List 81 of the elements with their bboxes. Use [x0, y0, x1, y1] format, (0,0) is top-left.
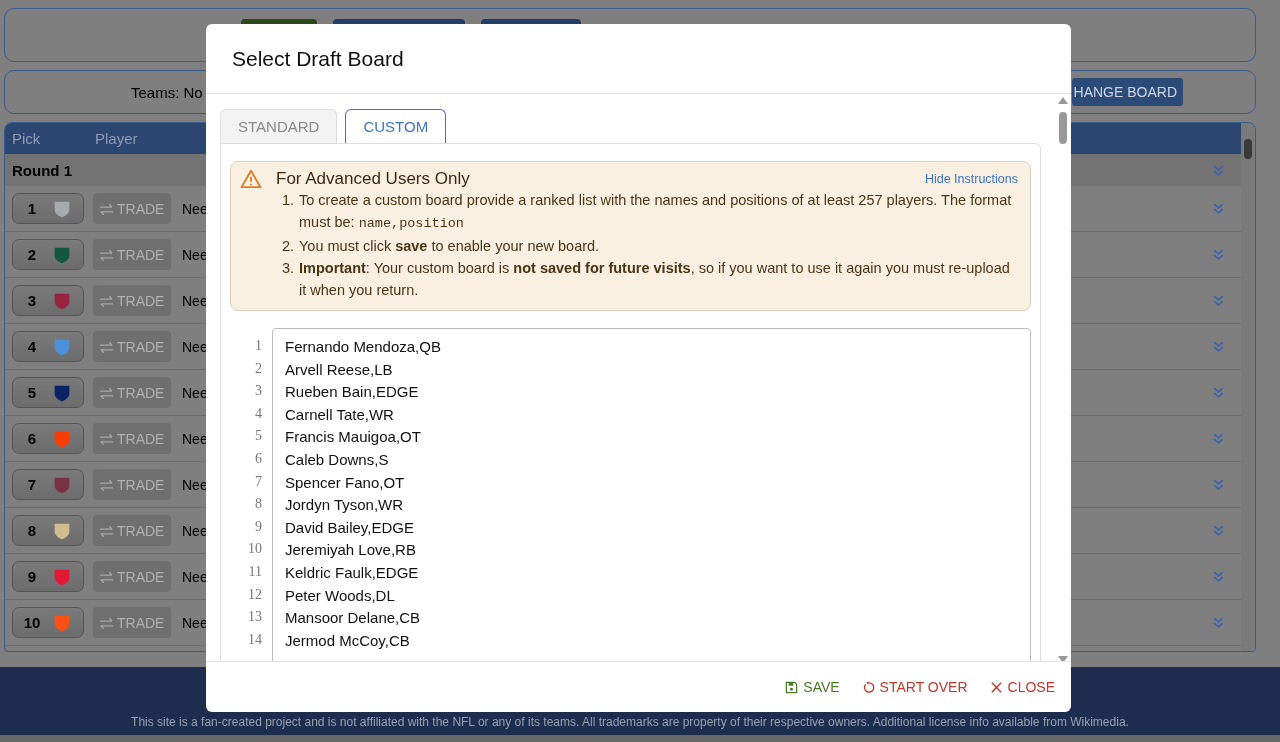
line-number: 13 — [247, 608, 262, 627]
line-number: 7 — [254, 472, 262, 491]
line-number: 2 — [254, 359, 262, 378]
round-label: Round 1 — [12, 161, 72, 179]
column-header: Player — [95, 130, 138, 147]
line-number: 4 — [254, 404, 262, 423]
close-icon — [989, 680, 1003, 694]
alert-title: For Advanced Users Only — [276, 169, 470, 189]
swap-arrows-icon — [99, 340, 114, 353]
scrollbar[interactable] — [1241, 123, 1255, 651]
need-text: Nee — [182, 476, 208, 493]
swap-arrows-icon — [99, 616, 114, 629]
swap-arrows-icon — [99, 524, 114, 537]
swap-arrows-icon — [99, 202, 114, 215]
pick-button[interactable]: 5 — [12, 377, 84, 408]
line-number: 3 — [254, 382, 262, 401]
line-number: 8 — [254, 495, 262, 514]
dialog-title: Select Draft Board — [232, 46, 404, 71]
column-header: Pick — [12, 130, 42, 147]
warning-icon — [240, 169, 262, 189]
line-number: 11 — [247, 562, 262, 581]
chevron-down-icon[interactable] — [1212, 524, 1225, 537]
pick-button[interactable]: 1 — [12, 193, 84, 224]
restart-button[interactable]: START OVER — [855, 675, 974, 699]
pick-button[interactable]: 2 — [12, 239, 84, 270]
list-number: 2. — [280, 237, 295, 256]
need-text: Nee — [182, 384, 208, 401]
close-button[interactable]: CLOSE — [983, 675, 1061, 699]
chevron-down-icon[interactable] — [1212, 478, 1225, 491]
chevron-down-icon[interactable] — [1212, 616, 1225, 629]
pick-button[interactable]: 4 — [12, 331, 84, 362]
scrollbar[interactable] — [1057, 97, 1069, 661]
chevron-down-icon[interactable] — [1212, 294, 1225, 307]
chevron-down-icon[interactable] — [1212, 386, 1225, 399]
pick-button[interactable]: 3 — [12, 285, 84, 316]
swap-arrows-icon — [99, 248, 114, 261]
instruction-text: Important: Your custom board is not saved for future visits, so if you want to use it again you must re-upload it when you return. — [299, 259, 1011, 300]
need-text: Nee — [182, 522, 208, 539]
tab[interactable]: CUSTOM — [345, 109, 447, 143]
line-number: 9 — [254, 517, 262, 536]
instruction-text: You must click save to enable your new board. — [299, 237, 600, 256]
chevron-down-icon[interactable] — [1212, 163, 1225, 177]
swap-arrows-icon — [99, 570, 114, 583]
need-text: Nee — [182, 338, 208, 355]
need-text: Nee — [182, 292, 208, 309]
pick-button[interactable]: 7 — [12, 469, 84, 500]
swap-arrows-icon — [99, 386, 114, 399]
swap-arrows-icon — [99, 294, 114, 307]
pick-button[interactable]: 10 — [12, 607, 84, 638]
pick-button[interactable]: 6 — [12, 423, 84, 454]
tab[interactable]: STANDARD — [220, 109, 338, 143]
swap-arrows-icon — [99, 478, 114, 491]
pick-button[interactable]: 9 — [12, 561, 84, 592]
pick-button[interactable]: 8 — [12, 515, 84, 546]
refresh-icon — [861, 680, 875, 694]
line-number: 1 — [254, 337, 262, 355]
teams-label: Teams: No — [131, 83, 203, 101]
need-text: Nee — [182, 430, 208, 447]
chevron-down-icon[interactable] — [1212, 432, 1225, 445]
chevron-down-icon[interactable] — [1212, 202, 1225, 215]
chevron-down-icon[interactable] — [1212, 248, 1225, 261]
line-number: 5 — [254, 427, 262, 446]
board-input-field[interactable]: Fernando Mendoza,QB Arvell Reese,LB Rueben Bain,EDGE Carnell Tate,WR Francis Mauigoa,OT Caleb Downs,S Spencer Fano,OT Jordyn Tyson,WR David Bailey,EDGE Jeremiyah Love,RB Keldric Faulk,EDGE Peter Woods,DL Mansoor Delane,CB Jermod McCoy,CB — [272, 328, 1031, 661]
need-text: Nee — [182, 614, 208, 631]
line-number: 10 — [247, 540, 262, 559]
line-number: 14 — [247, 630, 262, 649]
change-board-button[interactable]: HANGE BOARD — [1071, 78, 1183, 106]
swap-arrows-icon — [99, 432, 114, 445]
footer-text: This site is a fan-created project and is not affiliated with the NFL or any of its teams. All trademarks are property of their respective owners. Additional license info available from Wikimedia. — [131, 715, 1129, 729]
list-number: 1. — [280, 191, 295, 210]
line-number: 12 — [247, 585, 262, 604]
hide-instructions-link[interactable]: Hide Instructions — [924, 172, 1018, 186]
instruction-text: To create a custom board provide a ranked list with the names and positions of at least 257 players. The format must be: name,position — [299, 191, 1012, 233]
chevron-down-icon[interactable] — [1212, 570, 1225, 583]
chevron-down-icon[interactable] — [1212, 340, 1225, 353]
need-text: Nee — [182, 568, 208, 585]
need-text: Nee — [182, 200, 208, 217]
list-number: 3. — [280, 259, 295, 278]
need-text: Nee — [182, 246, 208, 263]
line-number: 6 — [254, 449, 262, 468]
save-button[interactable]: SAVE — [779, 675, 846, 699]
